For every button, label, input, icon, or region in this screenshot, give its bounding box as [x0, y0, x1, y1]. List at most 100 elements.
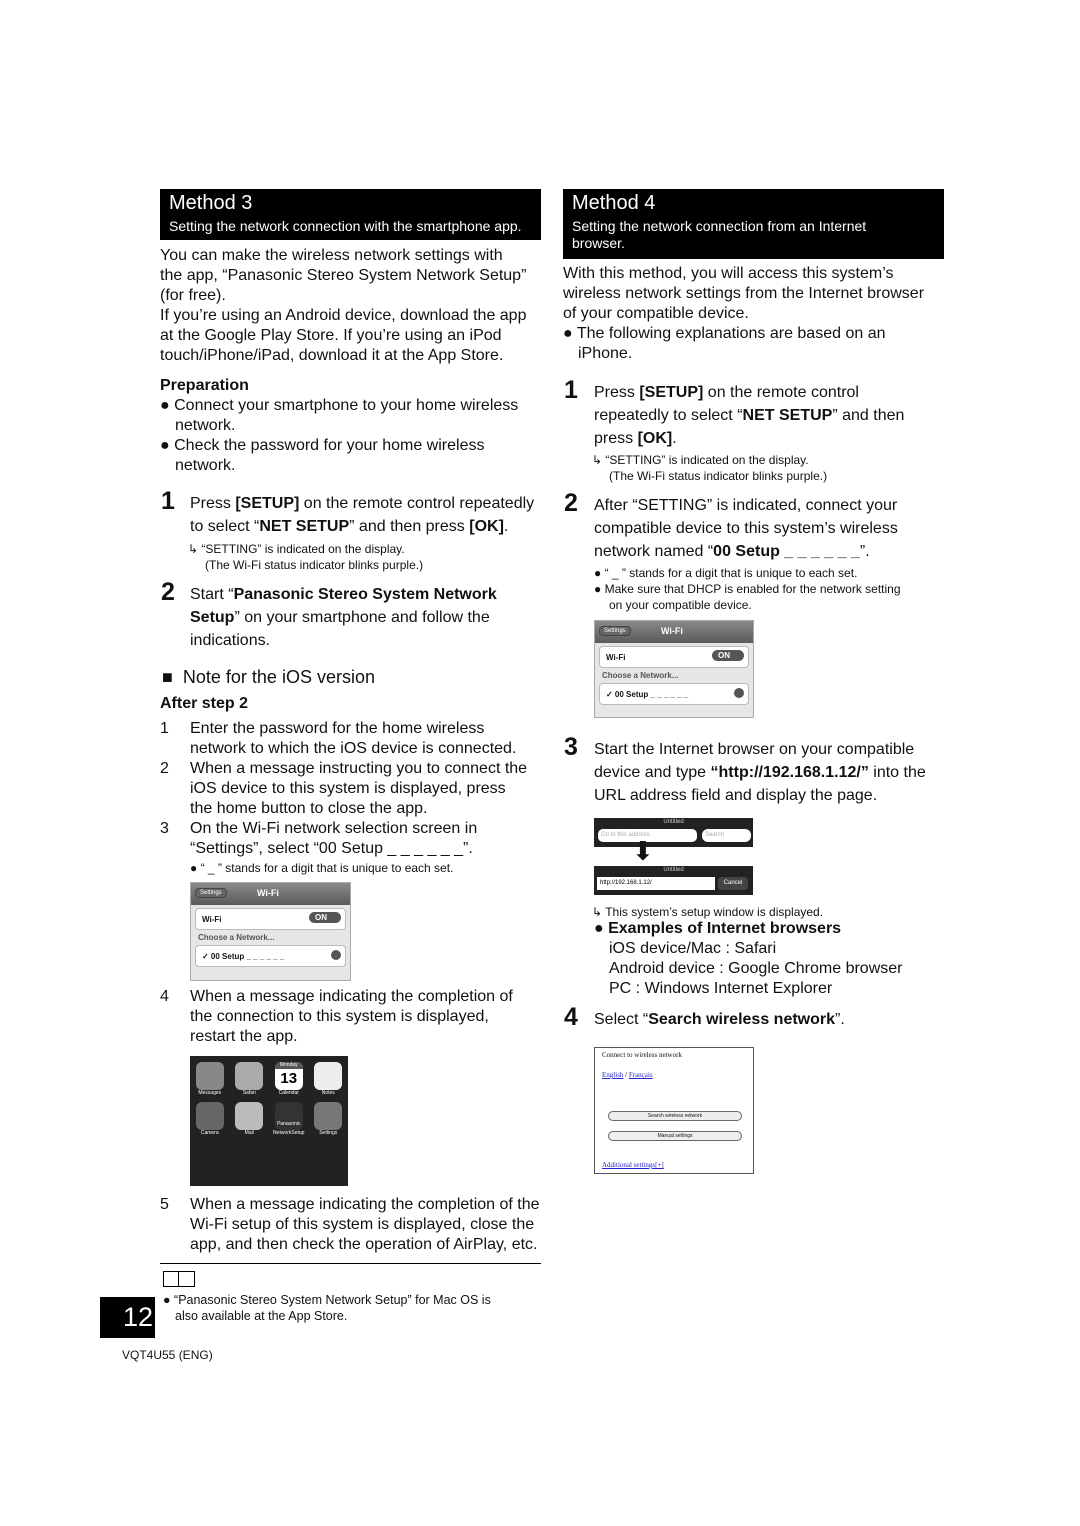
- text: Enter the password for the home wireless…: [190, 719, 516, 759]
- text: the connection to this system is display…: [190, 1008, 489, 1025]
- text: ✓ 00 Setup _ _ _ _ _ _: [202, 952, 285, 961]
- step4-text: Select “Search wireless network”.: [594, 1008, 845, 1031]
- setup-title: Connect to wireless network: [602, 1051, 682, 1059]
- text: [235, 1102, 264, 1130]
- url-field: http://192.168.1.12/: [597, 877, 715, 890]
- back-button: Settings: [599, 626, 631, 636]
- preparation-bullet: ● Connect your smartphone to your home w…: [160, 397, 519, 434]
- text: ” on your smartphone and follow the: [234, 609, 490, 626]
- text: into the: [868, 764, 926, 781]
- divider: [160, 1263, 541, 1264]
- nav-bar: Settings Wi-Fi: [191, 883, 350, 905]
- text: Make sure that DHCP is enabled for the n…: [604, 582, 901, 596]
- book-icon: [163, 1271, 195, 1287]
- text: NetworkSetup: [273, 1130, 305, 1136]
- text: Mail: [244, 1130, 254, 1136]
- browser-title: Untitled: [663, 867, 684, 873]
- bullet-text: Check the password for your home wireles…: [174, 437, 485, 454]
- bold-text: Search wireless network: [648, 1011, 836, 1028]
- browser-address-bar-empty: Untitled Go to this address Search: [594, 818, 753, 847]
- text: restart the app.: [190, 1028, 298, 1045]
- step2-bullets: ● “ _ ” stands for a digit that is uniqu…: [594, 566, 901, 612]
- text: also available at the App Store.: [175, 1309, 348, 1323]
- text: iPhone.: [578, 345, 633, 362]
- bold-text: Panasonic Stereo System Network: [233, 586, 497, 603]
- method4-subtitle: Setting the network connection from an I…: [572, 218, 866, 252]
- search-field: Search: [702, 829, 751, 842]
- intro-line: If you’re using an Android device, downl…: [160, 307, 527, 324]
- wifi-settings-screenshot: Settings Wi-Fi Wi-Fi ON Choose a Network..…: [594, 620, 754, 718]
- browser-examples: ● Examples of Internet browsers iOS devi…: [594, 919, 902, 999]
- text: When a message instructing you to connec…: [190, 760, 528, 777]
- text: iOS device to this system is displayed, …: [190, 780, 506, 797]
- text: “Panasonic Stereo System Network Setup” …: [174, 1293, 491, 1307]
- text: Press: [594, 384, 640, 401]
- step1-text: Press [SETUP] on the remote control repe…: [594, 381, 904, 450]
- text: [314, 1062, 343, 1090]
- text: Panasonic: [274, 1102, 303, 1130]
- additional-settings-link: Additional settings[+]: [602, 1161, 664, 1169]
- text: Enter the password for the home wireless: [190, 720, 485, 737]
- ios-note-heading: ■ Note for the iOS version: [162, 667, 375, 688]
- bold-text: Setup: [190, 609, 235, 626]
- method3-subtitle: Setting the network connection with the …: [169, 218, 522, 234]
- wifi-row: Wi-Fi ON: [599, 646, 749, 668]
- text: “ _ ” stands for a digit that is unique …: [604, 566, 858, 580]
- intro-bullet: ● The following explanations are based o…: [563, 325, 886, 362]
- text: When a message indicating the completion…: [190, 988, 513, 1005]
- text: to select “: [190, 518, 260, 535]
- intro-line: the app, “Panasonic Stereo System Networ…: [160, 267, 527, 284]
- calendar-icon: Monday 13: [274, 1062, 303, 1090]
- calendar-date: 13: [280, 1070, 298, 1087]
- choose-network-label: Choose a Network...: [198, 933, 275, 942]
- text: on the remote control repeatedly: [299, 495, 535, 512]
- text: repeatedly to select “: [594, 407, 743, 424]
- app-icon: Notes: [309, 1062, 349, 1096]
- intro-line: You can make the wireless network settin…: [160, 247, 503, 264]
- bold-text: [SETUP]: [639, 384, 704, 401]
- text: ✓ 00 Setup _ _ _ _ _ _: [606, 690, 689, 699]
- text: Settings: [319, 1130, 338, 1136]
- text: On the Wi-Fi network selection screen in: [190, 820, 478, 837]
- bold-text: NET SETUP: [259, 518, 350, 535]
- text: Messages: [198, 1090, 222, 1096]
- step2-text: Start “Panasonic Stereo System Network Se…: [190, 583, 497, 652]
- text: Calendar: [278, 1090, 299, 1096]
- text: English: [602, 1071, 624, 1079]
- calendar-day: Monday: [274, 1062, 303, 1069]
- text: Wi-Fi: [606, 653, 626, 662]
- bold-text: “http://192.168.1.12/”: [710, 764, 869, 781]
- text: [235, 1062, 264, 1090]
- text: (The Wi-Fi status indicator blinks purpl…: [609, 469, 828, 483]
- intro-line: touch/iPhone/iPad, download it at the Ap…: [160, 347, 504, 364]
- text: Safari: [242, 1090, 256, 1096]
- text: device and type: [594, 764, 711, 781]
- text: Wi-Fi: [202, 915, 222, 924]
- text: .: [503, 518, 509, 535]
- app-icon: Panasonic NetworkSetup: [269, 1102, 309, 1136]
- app-icon: Camera: [190, 1102, 230, 1136]
- text: URL address field and display the page.: [594, 787, 878, 804]
- text: wireless network settings from the Inter…: [563, 285, 925, 302]
- wifi-row: Wi-Fi ON: [195, 908, 346, 930]
- step2-text: After “SETTING” is indicated, connect yo…: [594, 494, 898, 563]
- text: Français: [628, 1071, 653, 1079]
- digit-note: ● “ _ ” stands for a digit that is uniqu…: [190, 861, 454, 875]
- text: app, and then check the operation of Air…: [190, 1236, 538, 1253]
- text: 2: [160, 760, 169, 777]
- text: This system’s setup window is displayed.: [605, 905, 824, 919]
- text: ” and then press: [349, 518, 470, 535]
- down-arrow-icon: ⬇: [632, 836, 654, 866]
- step3-note: ↳ This system’s setup window is displaye…: [592, 904, 823, 920]
- step3-text: Start the Internet browser on your compa…: [594, 738, 926, 807]
- bullet-text: network.: [175, 417, 236, 434]
- text: Start the Internet browser on your compa…: [594, 741, 915, 758]
- text: 4: [160, 988, 169, 1005]
- app-icon: Monday 13 Calendar: [269, 1062, 309, 1096]
- text: ”.: [835, 1011, 845, 1028]
- text: of your compatible device.: [563, 305, 749, 322]
- text: “SETTING” is indicated on the display.: [201, 542, 405, 556]
- method4-header: Method 4 Setting the network connection …: [563, 189, 944, 259]
- text: browser.: [572, 235, 625, 251]
- text: [314, 1102, 343, 1130]
